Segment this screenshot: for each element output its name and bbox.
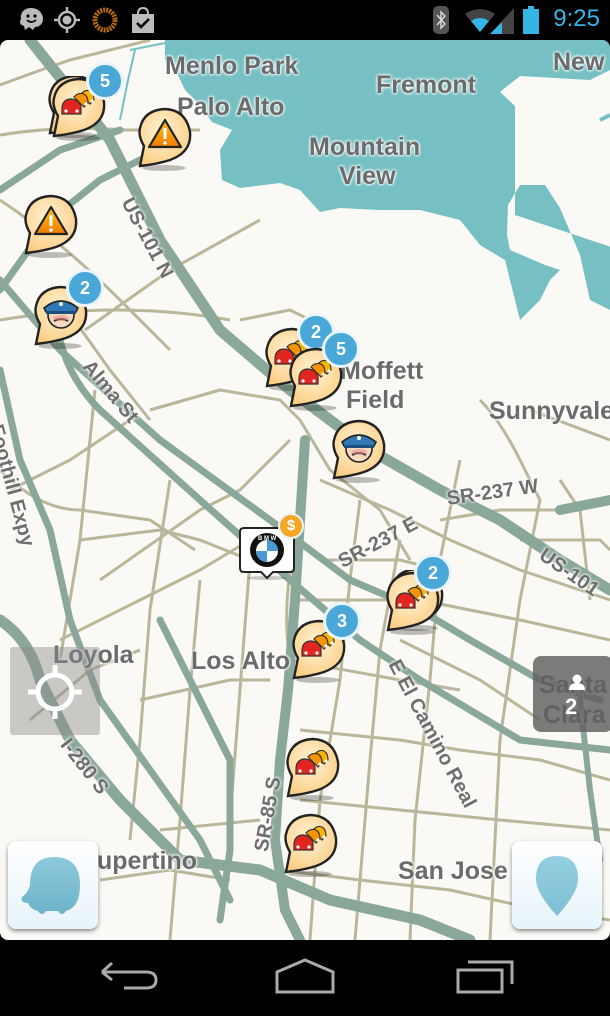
place-label-moffett-2: Field: [346, 386, 405, 414]
place-label-fremont: Fremont: [376, 71, 476, 99]
report-count-badge: 5: [86, 62, 124, 100]
map-pin-icon: [536, 856, 578, 916]
battery-icon: [523, 6, 539, 34]
bluetooth-icon: [433, 6, 449, 34]
sync-ring-icon: [92, 7, 118, 33]
hazard-pin[interactable]: [134, 106, 196, 172]
traffic-jam-pin[interactable]: [280, 812, 342, 878]
back-button[interactable]: [98, 958, 158, 998]
report-button[interactable]: [512, 841, 602, 929]
locate-me-button[interactable]: [10, 647, 100, 735]
police-pin[interactable]: [328, 418, 390, 484]
waze-ghost-icon: [21, 857, 81, 914]
hazard-pin[interactable]: [20, 193, 82, 259]
report-count-badge: 5: [322, 330, 360, 368]
dollar-badge: $: [278, 513, 304, 539]
home-button[interactable]: [274, 958, 336, 998]
signal-icon: [490, 8, 514, 34]
person-icon: [569, 674, 585, 690]
place-label-menlo-park: Menlo Park: [165, 52, 299, 80]
place-label-sunnyvale: Sunnyvale: [489, 397, 610, 425]
place-label-newark: New: [553, 48, 605, 76]
store-bag-icon: [132, 6, 154, 33]
traffic-jam-pin[interactable]: [282, 736, 344, 802]
gps-icon: [54, 7, 80, 33]
report-count-badge: 3: [323, 602, 361, 640]
report-count-badge: 2: [66, 269, 104, 307]
place-label-mountain-view-2: View: [339, 162, 396, 190]
nearby-wazers-button[interactable]: 2: [533, 656, 610, 732]
clock: 9:25: [553, 5, 600, 32]
system-nav-bar: [0, 940, 610, 1016]
crosshair-icon: [28, 665, 82, 719]
waze-icon: [20, 8, 43, 30]
place-label-mountain-view: Mountain: [309, 133, 421, 161]
status-bar: 9:25: [0, 0, 610, 40]
recents-button[interactable]: [456, 958, 516, 998]
place-label-los-altos: Los Alto: [191, 647, 291, 675]
map-view[interactable]: Menlo Park Palo Alto Fremont New Mountai…: [0, 40, 610, 940]
place-label-san-jose: San Jose: [398, 857, 508, 885]
report-count-badge: 2: [414, 554, 452, 592]
nearby-wazers-count: 2: [565, 694, 578, 719]
svg-text:B M W: B M W: [258, 536, 277, 542]
waze-menu-button[interactable]: [8, 841, 98, 929]
place-label-cupertino: upertino: [97, 847, 197, 875]
